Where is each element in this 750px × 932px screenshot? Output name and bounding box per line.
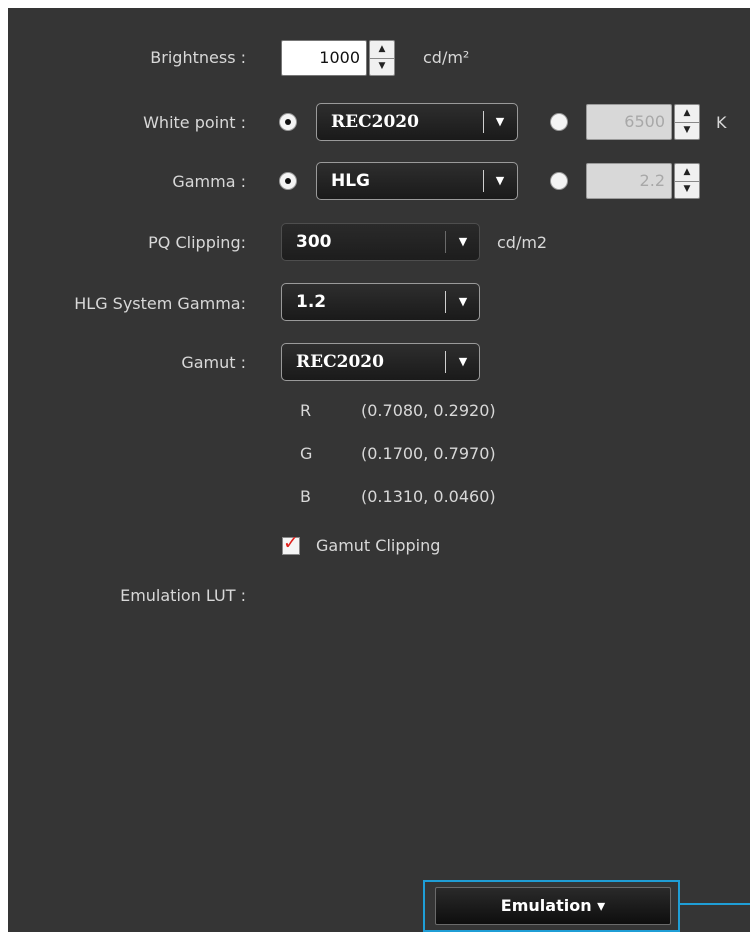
gamma-preset-radio[interactable] [279,172,297,190]
primary-b-name: B [300,487,311,506]
emulation-callout-line [680,903,750,905]
pq-clipping-unit: cd/m2 [497,233,548,252]
gamma-label: Gamma : [172,172,246,191]
gamut-dropdown[interactable]: REC2020 ▼ [281,343,480,381]
primary-g-name: G [300,444,313,463]
gamma-spinner[interactable]: ▲ ▼ [674,163,700,199]
gamma-dropdown[interactable]: HLG ▼ [316,162,518,200]
gamma-custom-radio[interactable] [550,172,568,190]
brightness-input[interactable]: 1000 [281,40,367,76]
gamut-clipping-checkbox[interactable]: ✓ [282,532,300,555]
primary-r-coords: (0.7080, 0.2920) [361,401,496,420]
brightness-label: Brightness : [150,48,246,67]
spin-down-icon[interactable]: ▼ [675,181,699,198]
white-point-preset-radio[interactable] [279,113,297,131]
pq-clipping-label: PQ Clipping: [148,233,246,252]
primary-b-coords: (0.1310, 0.0460) [361,487,496,506]
gamut-label: Gamut : [181,353,246,372]
white-point-label: White point : [143,113,246,132]
spin-down-icon[interactable]: ▼ [370,58,394,75]
spin-down-icon[interactable]: ▼ [675,122,699,139]
pq-clipping-dropdown[interactable]: 300 ▼ [281,223,480,261]
primary-g-coords: (0.1700, 0.7970) [361,444,496,463]
spin-up-icon[interactable]: ▲ [675,105,699,123]
brightness-unit: cd/m² [423,48,470,67]
settings-panel [8,8,750,932]
emulation-button[interactable]: Emulation ▾ [435,887,671,925]
spin-up-icon[interactable]: ▲ [675,164,699,182]
gamma-value: HLG [331,171,371,191]
emulation-lut-label: Emulation LUT : [120,586,246,605]
white-point-spinner[interactable]: ▲ ▼ [674,104,700,140]
chevron-down-icon: ▼ [495,174,505,187]
primary-r-name: R [300,401,312,420]
white-point-value: REC2020 [331,112,419,132]
chevron-down-icon: ▼ [495,115,505,128]
white-point-custom-input[interactable]: 6500 [586,104,672,140]
pq-clipping-value: 300 [296,232,332,252]
check-mark-icon: ✓ [283,532,299,554]
hlg-system-gamma-value: 1.2 [296,292,327,312]
chevron-down-icon: ▼ [458,295,468,308]
hlg-system-gamma-dropdown[interactable]: 1.2 ▼ [281,283,480,321]
spin-up-icon[interactable]: ▲ [370,41,394,59]
gamut-value: REC2020 [296,352,384,372]
gamma-custom-input[interactable]: 2.2 [586,163,672,199]
chevron-down-icon: ▼ [458,355,468,368]
brightness-spinner[interactable]: ▲ ▼ [369,40,395,76]
white-point-custom-radio[interactable] [550,113,568,131]
gamut-clipping-label: Gamut Clipping [316,536,441,555]
white-point-dropdown[interactable]: REC2020 ▼ [316,103,518,141]
white-point-unit: K [716,113,727,132]
hlg-system-gamma-label: HLG System Gamma: [74,294,246,313]
chevron-down-icon: ▼ [458,235,468,248]
